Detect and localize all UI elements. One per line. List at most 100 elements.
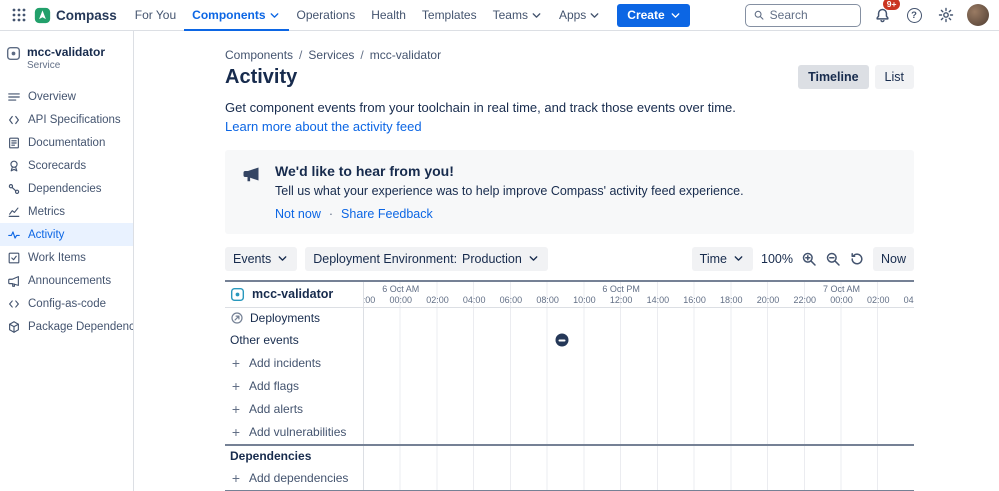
sidebar-item-api-specifications[interactable]: API Specifications: [0, 108, 133, 131]
axis-time-label: 10:00: [573, 295, 596, 305]
sidebar-item-announcements[interactable]: Announcements: [0, 269, 133, 292]
breadcrumb-separator: /: [360, 48, 363, 62]
nav-item-label: Teams: [493, 8, 528, 22]
primary-nav: For You ComponentsOperationsHealth Templat…: [127, 0, 610, 31]
dependencies-icon: [7, 182, 21, 196]
compass-logo-icon: [34, 7, 51, 24]
axis-time-label: 00:00: [830, 295, 853, 305]
grid-row-add-dependencies: [363, 466, 914, 490]
grid-row-alerts: [363, 398, 914, 421]
metrics-icon: [7, 205, 21, 219]
description-text: Get component events from your toolchain…: [225, 100, 736, 115]
axis-time-label: 16:00: [683, 295, 706, 305]
add-flags-button[interactable]: + Add flags: [230, 379, 299, 393]
nav-item-templates[interactable]: Templates: [414, 0, 485, 31]
event-marker[interactable]: [556, 334, 569, 347]
share-feedback-link[interactable]: Share Feedback: [341, 207, 433, 221]
page-description: Get component events from your toolchain…: [225, 99, 914, 137]
grid-row-flags: [363, 375, 914, 398]
nav-item-for-you[interactable]: For You: [127, 0, 184, 31]
sidebar-item-package-dependencies[interactable]: Package Dependencies: [0, 315, 133, 338]
plus-icon: +: [230, 379, 242, 393]
not-now-link[interactable]: Not now: [275, 207, 321, 221]
breadcrumb-item[interactable]: mcc-validator: [370, 48, 441, 62]
dot-separator: ·: [329, 207, 333, 221]
grid-row-other-events: [363, 329, 914, 352]
nav-item-operations[interactable]: Operations: [289, 0, 364, 31]
sidebar-item-overview[interactable]: Overview: [0, 85, 133, 108]
sidebar-item-label: Overview: [28, 91, 76, 103]
event-dash: [559, 339, 566, 341]
user-avatar[interactable]: [967, 4, 989, 26]
search-input[interactable]: [770, 8, 853, 22]
other-events-row-label: Other events: [225, 329, 363, 352]
grid-row-dependencies-header: [363, 446, 914, 466]
scorecards-icon: [7, 159, 21, 173]
list-view-button[interactable]: List: [875, 65, 914, 89]
add-incidents-button[interactable]: + Add incidents: [230, 356, 321, 370]
reset-icon: [849, 251, 865, 267]
sidebar-item-config-as-code[interactable]: Config-as-code: [0, 292, 133, 315]
axis-time-label: 02:00: [867, 295, 890, 305]
sidebar-item-dependencies[interactable]: Dependencies: [0, 177, 133, 200]
sidebar-component-header: mcc-validator Service: [0, 45, 133, 85]
grid-row-vulnerabilities: [363, 421, 914, 444]
sidebar-nav: Overview API Specifications Documentation S…: [0, 85, 133, 338]
reset-zoom-button[interactable]: [849, 251, 865, 267]
sidebar-item-label: Package Dependencies: [28, 321, 133, 333]
timeline-component-row: mcc-validator: [225, 282, 363, 307]
compass-home-link[interactable]: Compass: [34, 7, 117, 24]
app-switcher-icon[interactable]: [6, 2, 32, 28]
settings-button[interactable]: [935, 4, 957, 26]
zoom-out-button[interactable]: [825, 251, 841, 267]
sidebar-item-documentation[interactable]: Documentation: [0, 131, 133, 154]
sidebar-item-work-items[interactable]: Work Items: [0, 246, 133, 269]
sidebar-item-metrics[interactable]: Metrics: [0, 200, 133, 223]
add-alerts-button[interactable]: + Add alerts: [230, 402, 303, 416]
help-button[interactable]: ?: [903, 4, 925, 26]
timeline-view-button[interactable]: Timeline: [798, 65, 868, 89]
search-box[interactable]: [745, 4, 861, 27]
zoom-in-button[interactable]: [801, 251, 817, 267]
overview-icon: [7, 90, 21, 104]
sidebar-item-label: Scorecards: [28, 160, 86, 172]
dependencies-section-label: Dependencies: [225, 446, 363, 466]
axis-time-label: 22:00: [793, 295, 816, 305]
chevron-down-icon: [732, 252, 745, 265]
feedback-heading: We'd like to hear from you!: [275, 163, 744, 179]
component-name: mcc-validator: [27, 45, 105, 59]
grid-row-deployments: [363, 308, 914, 329]
breadcrumb-item[interactable]: Components: [225, 48, 293, 62]
axis-date-label: 6 Oct AM: [382, 284, 419, 294]
config-as-code-icon: [7, 297, 21, 311]
breadcrumb-item[interactable]: Services: [308, 48, 354, 62]
environment-filter-button[interactable]: Deployment Environment: Production: [305, 247, 548, 271]
deployments-row-label: Deployments: [225, 308, 363, 329]
add-dependencies-button[interactable]: + Add dependencies: [230, 471, 348, 485]
events-filter-button[interactable]: Events: [225, 247, 297, 271]
nav-item-apps[interactable]: Apps: [551, 0, 609, 31]
work-items-icon: [7, 251, 21, 265]
nav-item-label: Templates: [422, 8, 477, 22]
sidebar-item-activity[interactable]: Activity: [0, 223, 133, 246]
view-toggle: Timeline List: [798, 65, 914, 89]
nav-item-teams[interactable]: Teams: [485, 0, 551, 31]
learn-more-link[interactable]: Learn more about the activity feed: [225, 118, 914, 137]
now-button[interactable]: Now: [873, 247, 914, 271]
breadcrumb: Components/Services/mcc-validator: [225, 48, 914, 62]
feedback-body: Tell us what your experience was to help…: [275, 184, 744, 198]
main-area: Components/Services/mcc-validator Activi…: [134, 31, 999, 491]
timeline-component-name: mcc-validator: [252, 287, 333, 301]
notifications-button[interactable]: 9+: [871, 4, 893, 26]
sidebar-item-label: API Specifications: [28, 114, 121, 126]
time-dropdown[interactable]: Time: [692, 247, 753, 271]
nav-item-label: For You: [135, 8, 176, 22]
timeline-toolbar: Events Deployment Environment: Productio…: [225, 247, 914, 271]
create-button[interactable]: Create: [617, 4, 689, 27]
nav-item-health[interactable]: Health: [363, 0, 414, 31]
create-button-label: Create: [627, 8, 664, 22]
sidebar-item-scorecards[interactable]: Scorecards: [0, 154, 133, 177]
add-vulnerabilities-button[interactable]: + Add vulnerabilities: [230, 425, 346, 439]
environment-label: Deployment Environment:: [313, 252, 457, 266]
nav-item-components[interactable]: Components: [184, 0, 288, 31]
